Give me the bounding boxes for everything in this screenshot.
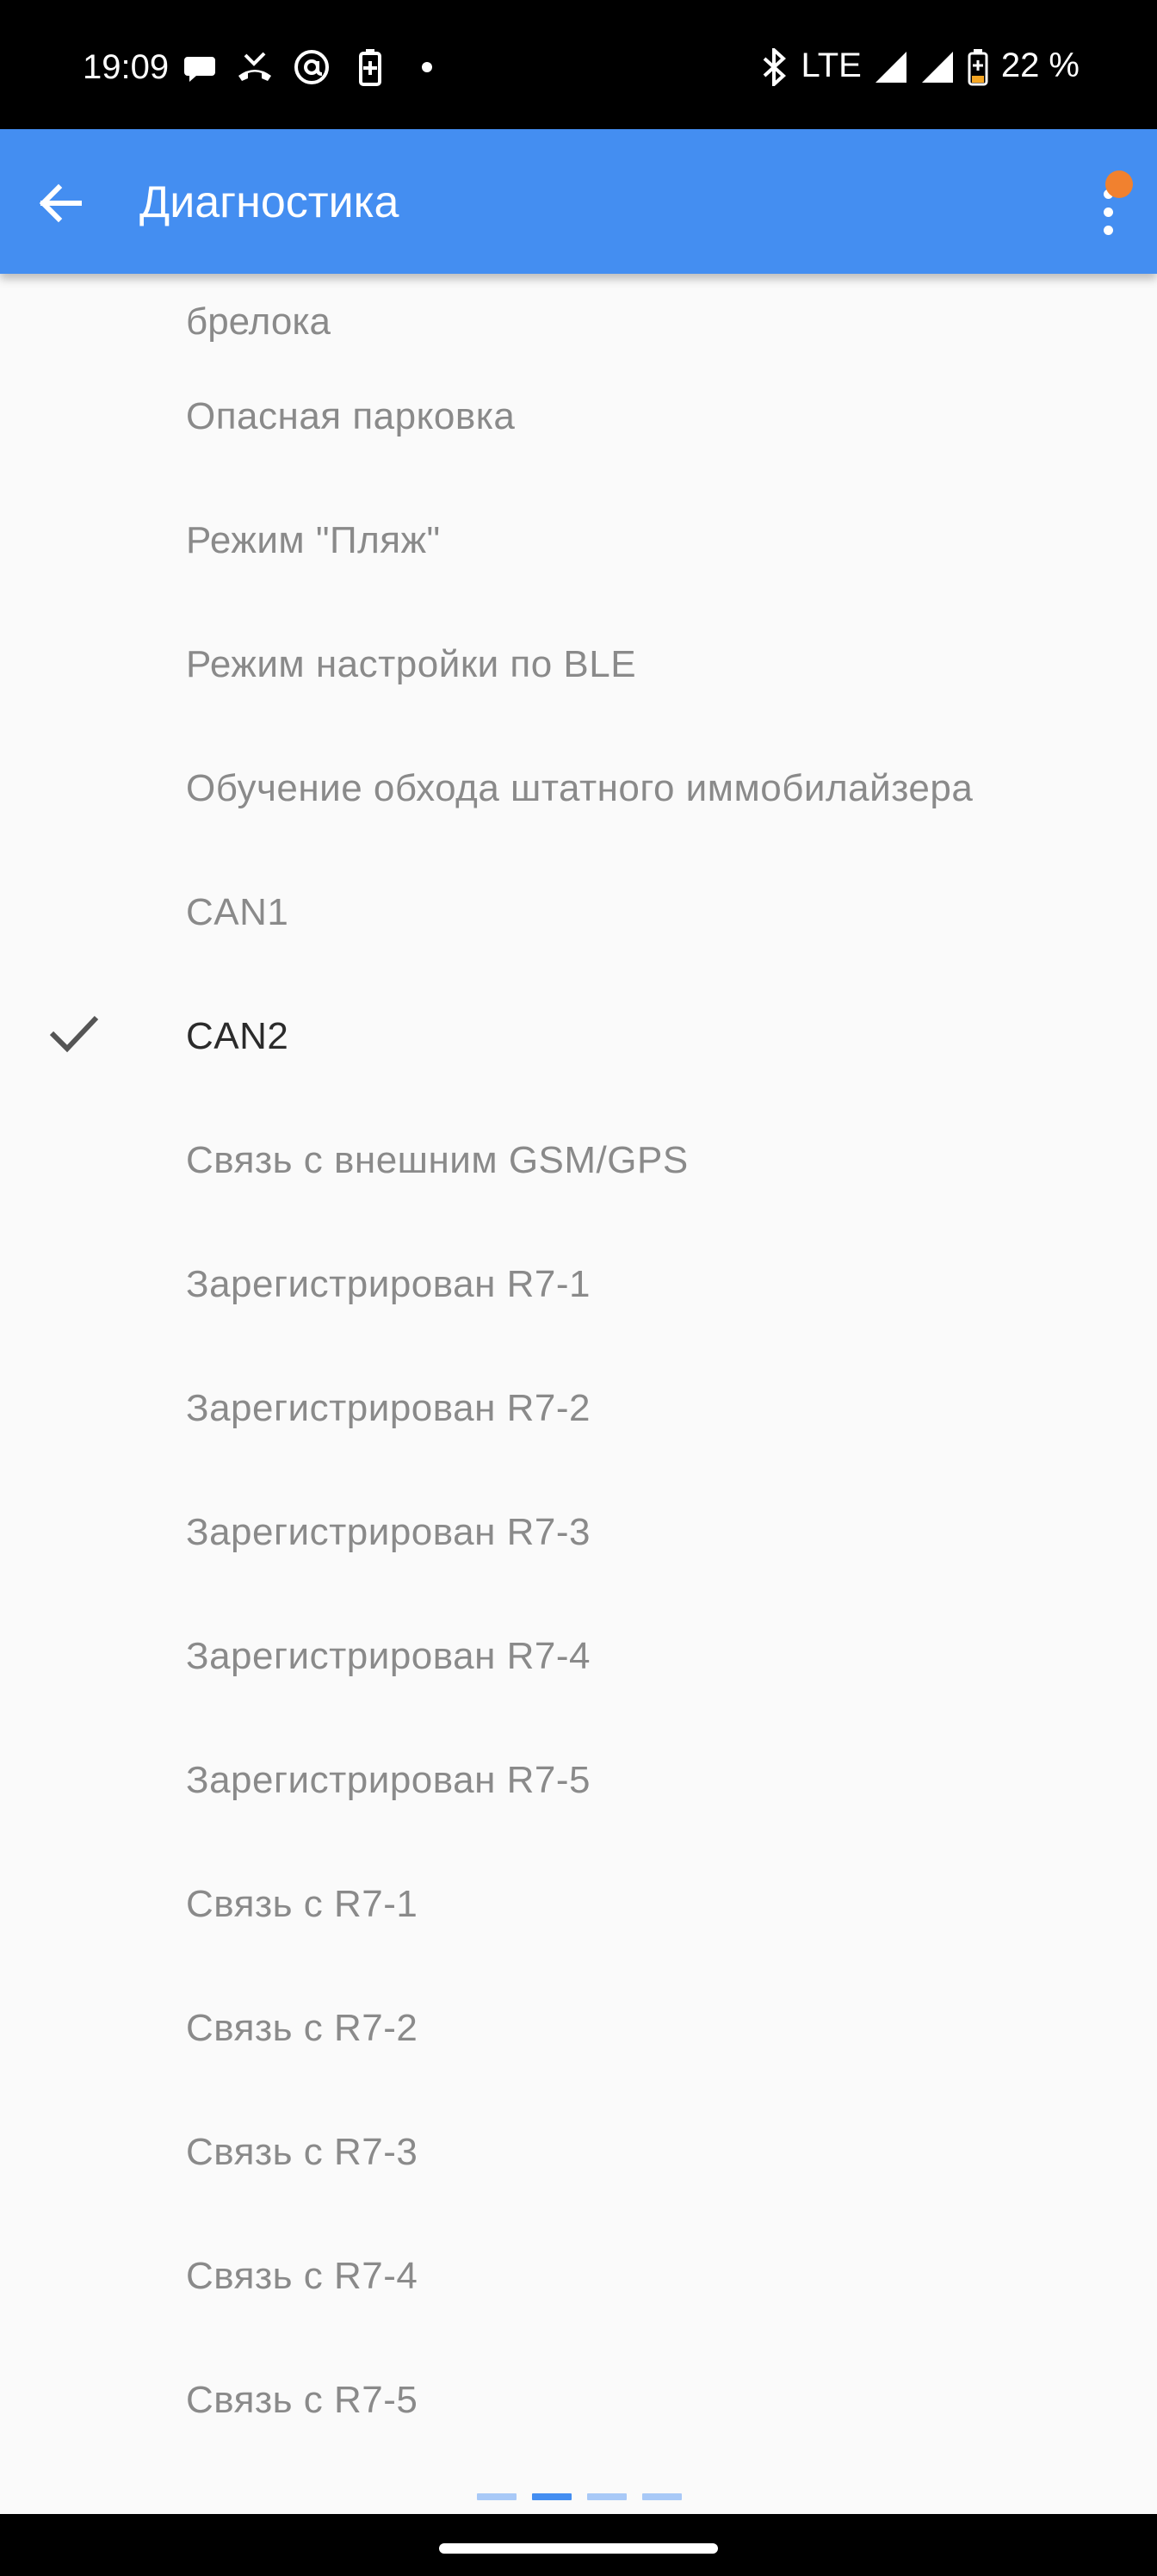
page-title: Диагностика — [139, 177, 399, 227]
list-item-label: Связь с R7-1 — [186, 1883, 418, 1925]
status-right-group: LTE 22 % — [759, 38, 1080, 93]
list-item[interactable]: Связь с внешним GSM/GPS — [0, 1135, 1157, 1259]
notification-badge — [1105, 170, 1133, 198]
dot-icon — [405, 45, 449, 90]
list-item-label: Связь с внешним GSM/GPS — [186, 1139, 689, 1181]
list-item[interactable]: Зарегистрирован R7-2 — [0, 1383, 1157, 1507]
list-item[interactable]: Обучение обхода штатного иммобилайзера — [0, 763, 1157, 887]
list-item-label: CAN1 — [186, 891, 289, 933]
list-item[interactable]: CAN1 — [0, 887, 1157, 1011]
status-bar: 19:09 LTE 22 % — [0, 0, 1157, 129]
partial-item-last-line: брелока — [186, 300, 331, 343]
overflow-menu-button[interactable] — [1071, 164, 1148, 243]
list-item[interactable]: Зарегистрирован R7-5 — [0, 1755, 1157, 1879]
list-item[interactable]: Связь с R7-1 — [0, 1879, 1157, 2003]
list-item-label: Связь с R7-3 — [186, 2131, 418, 2173]
list-item[interactable]: Опасная парковка — [0, 391, 1157, 515]
battery-saver-icon — [348, 45, 393, 90]
list-item-label: Зарегистрирован R7-2 — [186, 1387, 591, 1429]
diagnostics-list: Опасная парковка Режим "Пляж" Режим настро… — [0, 391, 1157, 2499]
more-vert-icon — [1104, 189, 1114, 244]
page-indicator — [477, 2493, 682, 2502]
list-item-label: Зарегистрирован R7-5 — [186, 1759, 591, 1801]
diagnostics-list-container[interactable]: ​ брелока Опасная парковкаРежим "Пляж"Ре… — [0, 274, 1157, 2514]
chat-icon — [177, 45, 222, 90]
home-handle[interactable] — [439, 2543, 718, 2554]
list-item-label: Обучение обхода штатного иммобилайзера — [186, 767, 974, 809]
battery-icon — [967, 38, 989, 93]
at-sign-icon — [289, 45, 334, 90]
app-bar: Диагностика — [0, 129, 1157, 274]
list-item-label: Зарегистрирован R7-4 — [186, 1635, 591, 1677]
signal-icon — [874, 38, 908, 93]
check-icon — [46, 1006, 102, 1061]
page-indicator-dash — [642, 2493, 682, 2500]
list-item[interactable]: Зарегистрирован R7-3 — [0, 1507, 1157, 1631]
list-item[interactable]: Связь с R7-4 — [0, 2251, 1157, 2375]
list-item-label: Связь с R7-5 — [186, 2379, 418, 2421]
list-item[interactable]: Режим настройки по BLE — [0, 639, 1157, 763]
list-item[interactable]: Связь с R7-5 — [0, 2375, 1157, 2499]
list-item[interactable]: CAN2 — [0, 1011, 1157, 1135]
back-button[interactable] — [24, 167, 96, 239]
page-indicator-dash — [587, 2493, 627, 2500]
arrow-left-icon — [39, 183, 82, 223]
navigation-bar — [0, 2514, 1157, 2576]
signal-icon — [920, 38, 955, 93]
page-indicator-dash — [477, 2493, 517, 2500]
list-item[interactable]: Связь с R7-3 — [0, 2127, 1157, 2251]
list-item-label: Режим настройки по BLE — [186, 643, 637, 685]
list-item-label: Связь с R7-4 — [186, 2255, 418, 2297]
list-item-label: CAN2 — [186, 1015, 289, 1057]
status-time: 19:09 — [83, 48, 170, 86]
list-item-label: Зарегистрирован R7-1 — [186, 1263, 591, 1305]
list-item[interactable]: Зарегистрирован R7-1 — [0, 1259, 1157, 1383]
list-item[interactable]: Режим "Пляж" — [0, 515, 1157, 639]
page-indicator-dash — [532, 2493, 572, 2500]
missed-call-icon — [232, 45, 277, 90]
network-type: LTE — [801, 46, 862, 84]
list-item-label: Зарегистрирован R7-3 — [186, 1511, 591, 1553]
list-item-label: Опасная парковка — [186, 395, 516, 437]
list-item-label: Связь с R7-2 — [186, 2007, 418, 2049]
list-item[interactable]: Зарегистрирован R7-4 — [0, 1631, 1157, 1755]
battery-percent: 22 % — [1000, 46, 1080, 84]
list-item-label: Режим "Пляж" — [186, 519, 441, 561]
list-item[interactable]: Связь с R7-2 — [0, 2003, 1157, 2127]
bluetooth-icon — [759, 38, 789, 93]
